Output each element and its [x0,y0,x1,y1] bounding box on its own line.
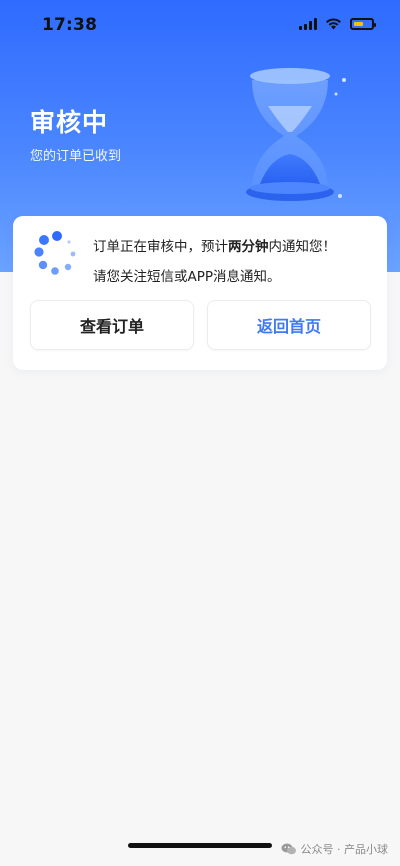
status-card: 订单正在审核中，预计两分钟内通知您！ 请您关注短信或APP消息通知。 查看订单 … [13,216,387,370]
page-title: 审核中 [30,108,109,137]
view-order-button[interactable]: 查看订单 [30,300,194,350]
page-subtitle: 您的订单已收到 [30,149,122,164]
status-message: 订单正在审核中，预计两分钟内通知您！ 请您关注短信或APP消息通知。 [93,232,383,292]
watermark: 公众号 · 产品小球 [281,841,389,857]
back-home-button[interactable]: 返回首页 [207,300,371,350]
loading-spinner-icon [34,231,76,275]
battery-icon [350,18,376,30]
wechat-icon [281,843,296,855]
status-message-highlight: 两分钟 [228,239,269,255]
home-indicator[interactable] [128,843,272,848]
cellular-signal-icon [299,18,317,30]
status-message-line2: 请您关注短信或APP消息通知。 [93,269,281,285]
watermark-text: 公众号 · 产品小球 [300,843,389,856]
status-icons [299,18,376,30]
status-bar: 17:38 [0,0,400,48]
hourglass-icon [246,68,346,201]
status-message-line1: 订单正在审核中，预计两分钟内通知您！ [93,239,336,255]
wifi-icon [326,18,341,30]
status-time: 17:38 [42,15,98,35]
